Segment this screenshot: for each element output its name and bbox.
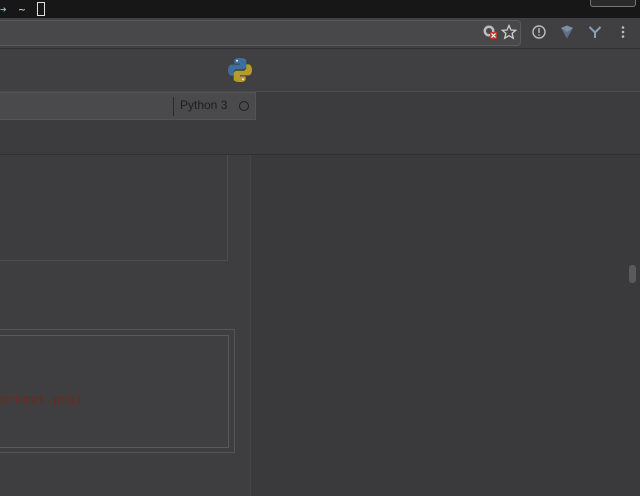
kebab-menu-icon[interactable] (614, 23, 632, 41)
terminal-cursor[interactable] (37, 2, 46, 16)
terminal-prompt: ➔ ~ (0, 2, 46, 16)
terminal-tab[interactable] (590, 0, 636, 7)
python-logo-icon (228, 58, 252, 82)
terminal-window: ➔ ~ (0, 0, 640, 18)
notebook-header (0, 50, 640, 92)
y-extension-icon[interactable] (586, 23, 604, 41)
scrollbar-thumb[interactable] (629, 265, 636, 283)
notebook-cells: prompt.png) (0, 155, 250, 496)
prompt-path: ~ (18, 2, 26, 16)
kernel-status-icon (239, 101, 249, 111)
star-icon[interactable] (500, 23, 518, 41)
prompt-arrow-icon: ➔ (0, 2, 7, 16)
kernel-toolbar: Python 3 (0, 92, 256, 120)
browser-toolbar (0, 18, 640, 49)
code-line: prompt.png) (0, 391, 83, 406)
shield-extension-icon[interactable] (558, 23, 576, 41)
toolbar-divider (173, 97, 174, 116)
screen: ➔ ~ Python 3 prompt.png) (0, 0, 640, 496)
address-bar[interactable] (0, 20, 521, 46)
info-icon[interactable] (530, 23, 548, 41)
kernel-name[interactable]: Python 3 (180, 98, 227, 112)
side-panel (251, 155, 640, 496)
output-area (0, 155, 228, 261)
blocked-content-icon[interactable] (481, 23, 499, 41)
